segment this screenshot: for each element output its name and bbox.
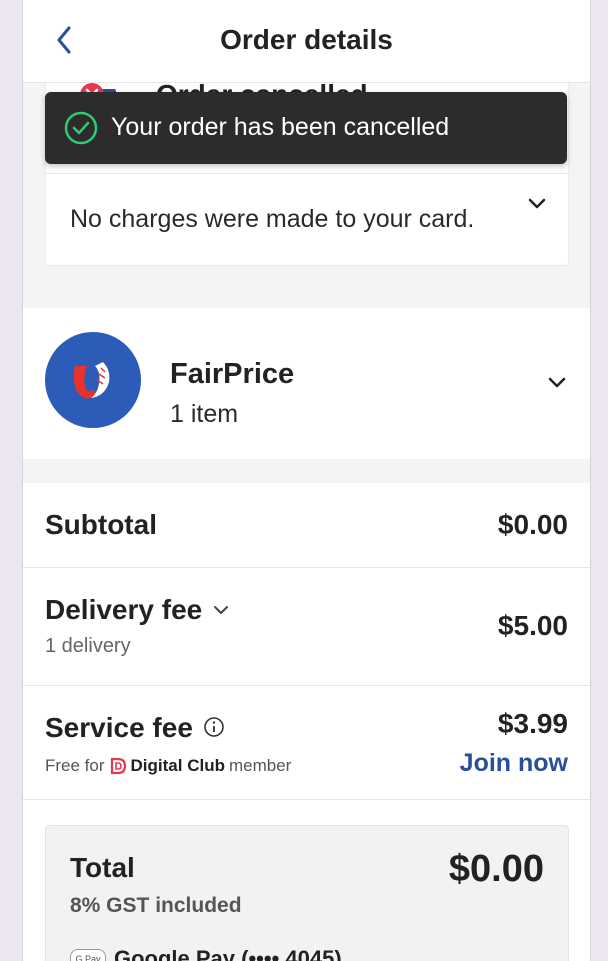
subtotal-label: Subtotal <box>45 509 157 540</box>
fairprice-logo <box>45 332 141 428</box>
header-bar: Order details <box>23 0 590 83</box>
toast-text: Your order has been cancelled <box>111 113 450 141</box>
delivery-fee-value: $5.00 <box>497 610 568 641</box>
google-pay-icon: G Pay <box>70 949 106 961</box>
delivery-fee-row[interactable]: Delivery fee 1 delivery $5.00 <box>23 568 590 685</box>
divider <box>23 799 590 800</box>
delivery-count: 1 delivery <box>45 635 131 657</box>
service-fee-row: Service fee $3.99 Free for Digital Club … <box>23 686 590 799</box>
divider <box>46 173 568 174</box>
service-fee-label: Service fee <box>45 712 193 743</box>
app-screen: Order details Order cancelled No charges… <box>22 0 591 961</box>
chevron-down-icon <box>214 606 229 614</box>
info-icon[interactable] <box>203 716 225 738</box>
page-title: Order details <box>220 24 393 55</box>
payment-method: G Pay Google Pay (•••• 4045) <box>70 946 342 961</box>
delivery-fee-toggle[interactable]: Delivery fee <box>45 594 230 626</box>
member-text: member <box>228 756 292 775</box>
store-item-count: 1 item <box>170 400 239 428</box>
digital-club-note: Free for Digital Club member <box>45 756 291 776</box>
digital-club-icon <box>110 757 126 775</box>
toast-notification: Your order has been cancelled <box>45 92 567 164</box>
total-label: Total <box>70 852 135 883</box>
service-fee-value: $3.99 <box>497 708 568 739</box>
total-card: Total $0.00 8% GST included G Pay Google… <box>45 825 569 961</box>
chevron-down-icon <box>528 198 546 209</box>
delivery-fee-label: Delivery fee <box>45 594 203 625</box>
total-value: $0.00 <box>448 848 544 890</box>
free-for-text: Free for <box>45 756 105 775</box>
gst-note: 8% GST included <box>70 894 242 917</box>
store-section[interactable]: FairPrice 1 item <box>23 308 590 459</box>
status-message: No charges were made to your card. <box>70 205 475 233</box>
join-now-link[interactable]: Join now <box>460 749 568 778</box>
payment-method-text: Google Pay (•••• 4045) <box>114 946 342 961</box>
check-circle-icon <box>63 110 99 146</box>
store-name: FairPrice <box>170 358 295 390</box>
subtotal-row: Subtotal $0.00 <box>23 483 590 567</box>
fees-section: Subtotal $0.00 Delivery fee 1 delivery $… <box>23 483 590 961</box>
subtotal-value: $0.00 <box>497 509 568 540</box>
chevron-down-icon <box>548 377 566 388</box>
digital-club-name: Digital Club <box>130 756 225 775</box>
store-expand-button[interactable] <box>546 372 568 394</box>
status-expand-button[interactable] <box>526 193 548 215</box>
